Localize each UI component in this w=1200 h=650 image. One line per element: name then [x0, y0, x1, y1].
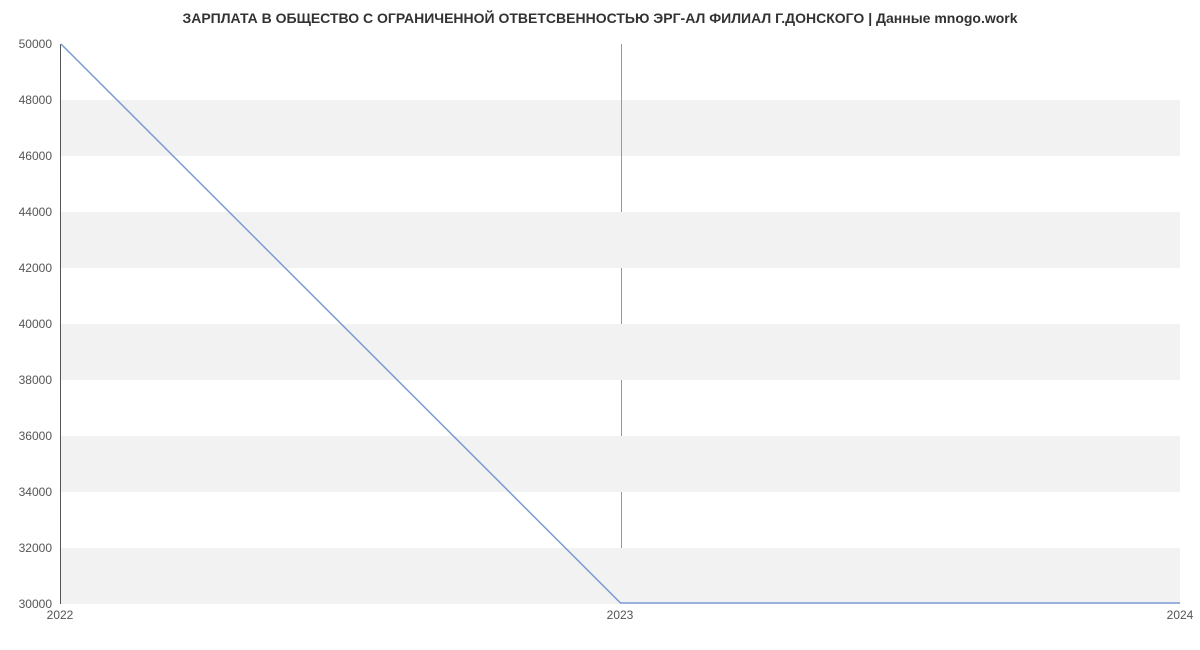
y-tick-label: 44000 [2, 205, 52, 219]
y-tick-label: 30000 [2, 597, 52, 611]
y-axis-labels: 3000032000340003600038000400004200044000… [0, 44, 56, 604]
y-tick-label: 42000 [2, 261, 52, 275]
y-tick-label: 34000 [2, 485, 52, 499]
x-tick-label: 2024 [1167, 608, 1194, 622]
plot-area [60, 44, 1180, 604]
y-tick-label: 40000 [2, 317, 52, 331]
x-axis-labels: 202220232024 [60, 608, 1180, 628]
x-tick-label: 2023 [607, 608, 634, 622]
y-tick-label: 50000 [2, 37, 52, 51]
y-tick-label: 48000 [2, 93, 52, 107]
chart-title: ЗАРПЛАТА В ОБЩЕСТВО С ОГРАНИЧЕННОЙ ОТВЕТ… [0, 10, 1200, 26]
y-tick-label: 38000 [2, 373, 52, 387]
y-tick-label: 32000 [2, 541, 52, 555]
y-tick-label: 46000 [2, 149, 52, 163]
y-tick-label: 36000 [2, 429, 52, 443]
x-tick-label: 2022 [47, 608, 74, 622]
chart-container: ЗАРПЛАТА В ОБЩЕСТВО С ОГРАНИЧЕННОЙ ОТВЕТ… [0, 0, 1200, 650]
data-line [61, 44, 1180, 603]
